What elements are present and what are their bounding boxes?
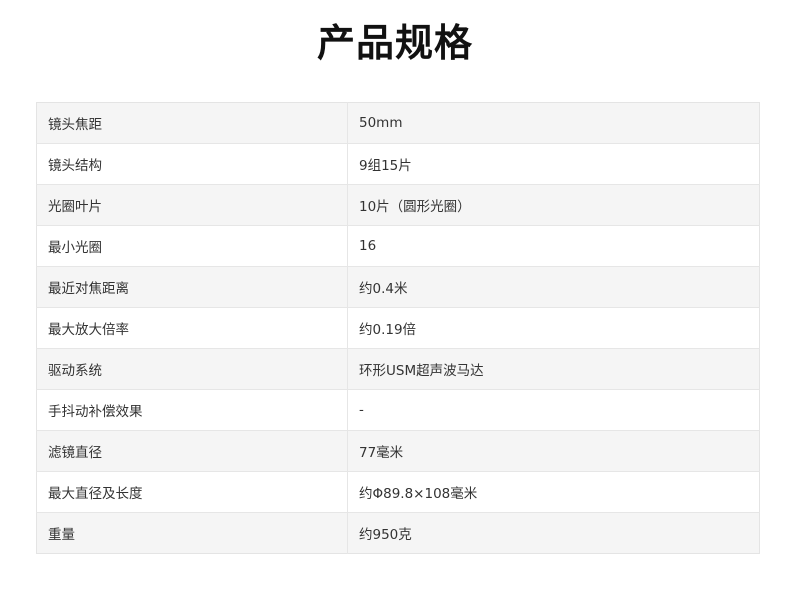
spec-value: 50mm xyxy=(347,102,760,144)
spec-label: 镜头焦距 xyxy=(36,102,348,144)
table-row: 最大放大倍率 约0.19倍 xyxy=(36,307,760,349)
table-row: 滤镜直径 77毫米 xyxy=(36,430,760,472)
spec-value: 环形USM超声波马达 xyxy=(347,348,760,390)
table-row: 光圈叶片 10片（圆形光圈） xyxy=(36,184,760,226)
spec-value: 约0.4米 xyxy=(347,266,760,308)
spec-label: 光圈叶片 xyxy=(36,184,348,226)
spec-label: 最近对焦距离 xyxy=(36,266,348,308)
table-row: 镜头焦距 50mm xyxy=(36,102,760,144)
spec-table: 镜头焦距 50mm 镜头结构 9组15片 光圈叶片 10片（圆形光圈） 最小光圈… xyxy=(36,102,760,554)
spec-label: 手抖动补偿效果 xyxy=(36,389,348,431)
spec-label: 镜头结构 xyxy=(36,143,348,185)
spec-label: 最大直径及长度 xyxy=(36,471,348,513)
spec-value: 约0.19倍 xyxy=(347,307,760,349)
spec-label: 最大放大倍率 xyxy=(36,307,348,349)
table-row: 重量 约950克 xyxy=(36,512,760,554)
spec-value: - xyxy=(347,389,760,431)
spec-value: 16 xyxy=(347,225,760,267)
spec-value: 9组15片 xyxy=(347,143,760,185)
spec-label: 滤镜直径 xyxy=(36,430,348,472)
table-row: 手抖动补偿效果 - xyxy=(36,389,760,431)
table-row: 最大直径及长度 约Φ89.8×108毫米 xyxy=(36,471,760,513)
spec-value: 约950克 xyxy=(347,512,760,554)
table-row: 驱动系统 环形USM超声波马达 xyxy=(36,348,760,390)
spec-label: 重量 xyxy=(36,512,348,554)
table-row: 镜头结构 9组15片 xyxy=(36,143,760,185)
spec-label: 最小光圈 xyxy=(36,225,348,267)
spec-value: 10片（圆形光圈） xyxy=(347,184,760,226)
spec-value: 77毫米 xyxy=(347,430,760,472)
table-row: 最小光圈 16 xyxy=(36,225,760,267)
page-title: 产品规格 xyxy=(316,21,473,65)
spec-value: 约Φ89.8×108毫米 xyxy=(347,471,760,513)
table-row: 最近对焦距离 约0.4米 xyxy=(36,266,760,308)
spec-label: 驱动系统 xyxy=(36,348,348,390)
